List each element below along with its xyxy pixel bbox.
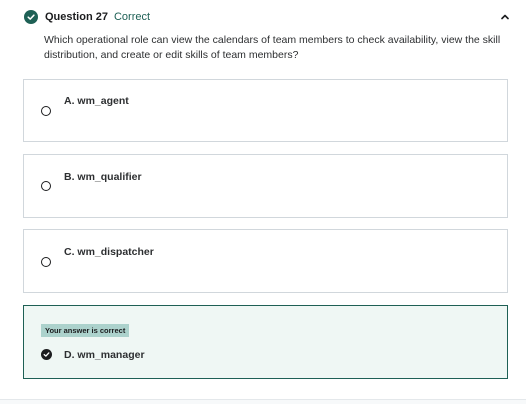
option-label: C. wm_dispatcher (64, 246, 154, 258)
option-label: D. wm_manager (64, 349, 145, 361)
check-circle-icon (24, 10, 38, 24)
answer-option-c[interactable]: C. wm_dispatcher (23, 229, 508, 293)
question-number: Question 27 (45, 11, 108, 23)
collapse-button[interactable] (498, 10, 512, 24)
option-label: A. wm_agent (64, 95, 129, 107)
question-header: Question 27 Correct (24, 8, 512, 26)
check-circle-filled-icon[interactable] (41, 349, 52, 360)
section-divider (0, 399, 526, 404)
question-text: Which operational role can view the cale… (44, 34, 501, 61)
answer-option-a[interactable]: A. wm_agent (23, 79, 508, 142)
question-status: Correct (113, 11, 151, 23)
radio-empty-icon[interactable] (41, 106, 51, 116)
answer-option-b[interactable]: B. wm_qualifier (23, 154, 508, 218)
radio-empty-icon[interactable] (41, 257, 51, 267)
answer-option-d[interactable]: Your answer is correct D. wm_manager (23, 305, 508, 379)
chevron-up-icon (501, 14, 509, 20)
correct-answer-badge: Your answer is correct (41, 324, 130, 337)
radio-empty-icon[interactable] (41, 181, 51, 191)
option-label: B. wm_qualifier (64, 171, 142, 183)
